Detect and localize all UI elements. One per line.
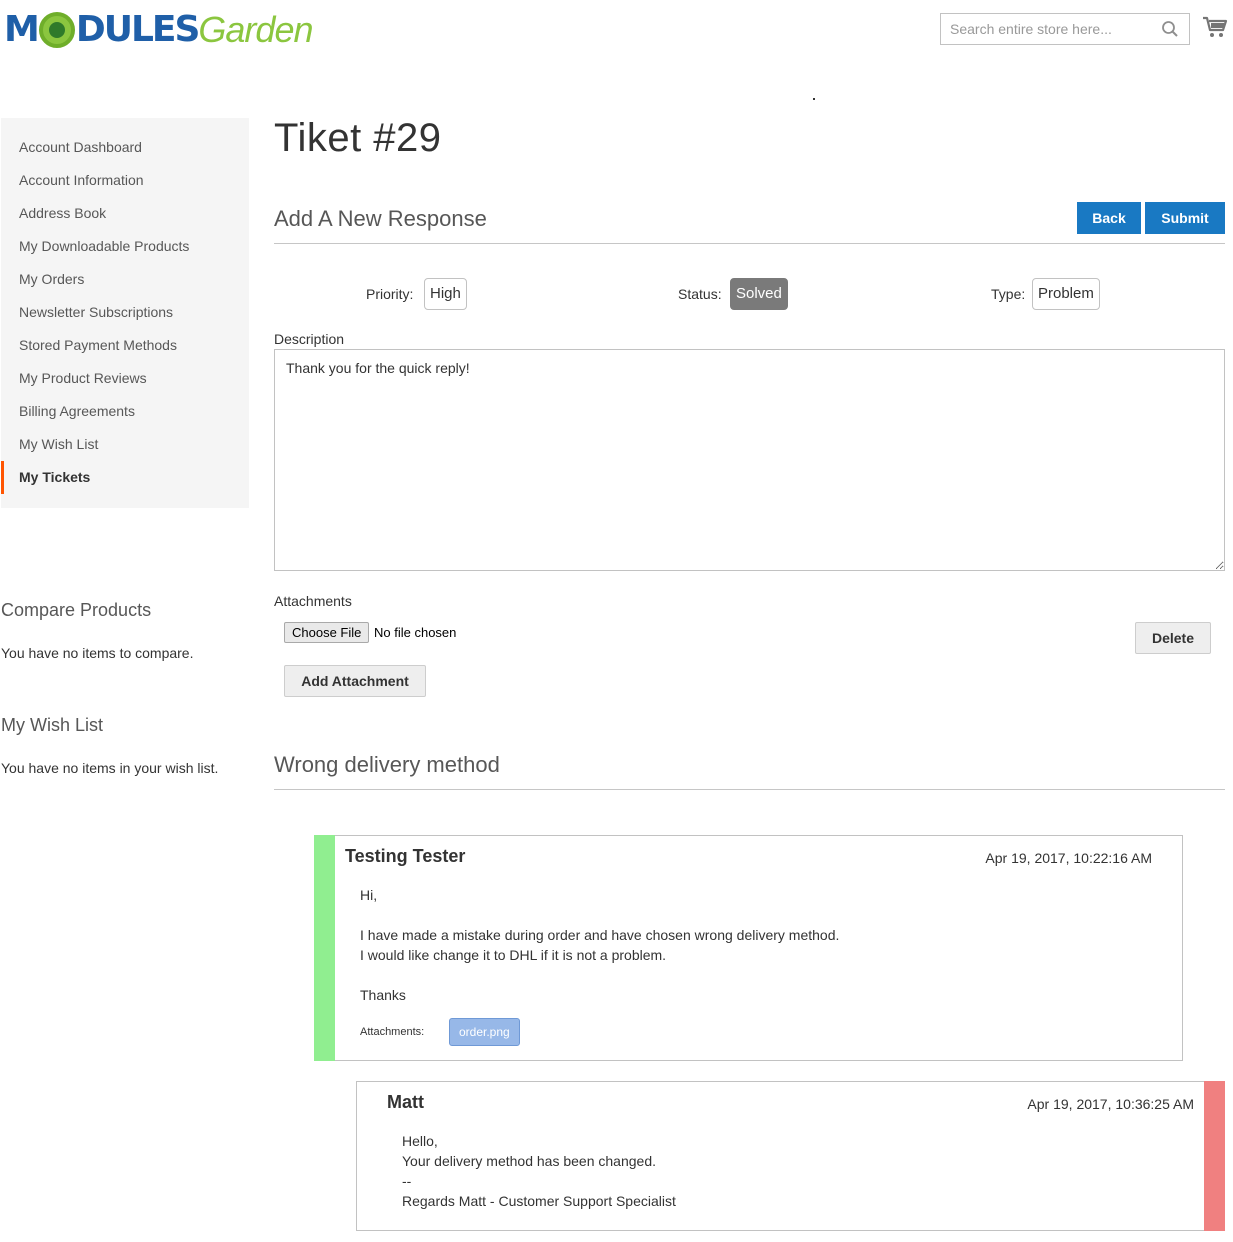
add-attachment-button[interactable]: Add Attachment <box>284 665 426 697</box>
message-line <box>360 965 839 985</box>
choose-file-button[interactable]: Choose File <box>284 622 370 643</box>
message-attachments-label: Attachments: <box>360 1026 425 1038</box>
subject-divider <box>274 789 1225 790</box>
message-line: Hi, <box>360 887 378 903</box>
account-nav: Account Dashboard Account Information Ad… <box>1 118 249 508</box>
description-textarea[interactable]: Thank you for the quick reply! <box>274 349 1225 571</box>
cart-icon[interactable] <box>1202 15 1228 39</box>
message-card: Testing Tester Apr 19, 2017, 10:22:16 AM… <box>314 835 1183 1061</box>
delete-attachment-button[interactable]: Delete <box>1135 622 1211 654</box>
compare-empty-text: You have no items to compare. <box>1 645 194 661</box>
message-body: Hi, I have made a mistake during order a… <box>360 885 839 1005</box>
attachments-label: Attachments <box>274 593 352 609</box>
message-line: -- <box>402 1173 412 1189</box>
message-accent-bar <box>314 835 335 1061</box>
message-card: Matt Apr 19, 2017, 10:36:25 AM Hello, Yo… <box>356 1081 1225 1231</box>
attachment-link[interactable]: order.png <box>449 1018 520 1046</box>
stray-dot <box>813 98 815 100</box>
section-divider <box>274 243 1225 244</box>
sidebar-item-my-tickets[interactable]: My Tickets <box>1 461 249 494</box>
message-author: Testing Tester <box>345 846 466 866</box>
sidebar-item-address-book[interactable]: Address Book <box>1 197 249 230</box>
status-badge[interactable]: Solved <box>730 278 788 310</box>
file-status-text: No file chosen <box>374 625 457 640</box>
message-line: I would like change it to DHL if it is n… <box>360 947 667 963</box>
search-box <box>940 13 1190 45</box>
message-line: Regards Matt - Customer Support Speciali… <box>402 1193 676 1209</box>
sidebar-item-newsletter-subscriptions[interactable]: Newsletter Subscriptions <box>1 296 249 329</box>
message-line: Hello, <box>402 1133 438 1149</box>
wishlist-title: My Wish List <box>1 715 104 735</box>
message-line: Thanks <box>360 987 406 1003</box>
sidebar-item-account-information[interactable]: Account Information <box>1 164 249 197</box>
modulesgarden-logo[interactable]: M DULES Garden <box>4 8 313 52</box>
logo-text-m: M <box>4 9 40 50</box>
message-line <box>360 905 839 925</box>
message-body: Hello, Your delivery method has been cha… <box>402 1131 676 1211</box>
message-accent-bar <box>1204 1081 1225 1231</box>
message-line: Your delivery method has been changed. <box>402 1153 656 1169</box>
sidebar-item-billing-agreements[interactable]: Billing Agreements <box>1 395 249 428</box>
logo-text-garden: Garden <box>198 9 313 50</box>
priority-label: Priority: <box>366 286 414 302</box>
message-author: Matt <box>387 1092 424 1112</box>
sidebar-item-wish-list[interactable]: My Wish List <box>1 428 249 461</box>
sidebar-item-product-reviews[interactable]: My Product Reviews <box>1 362 249 395</box>
logo-text-dules: DULES <box>75 9 201 50</box>
type-select[interactable]: Problem <box>1032 278 1100 310</box>
description-label: Description <box>274 331 345 347</box>
ticket-subject-heading: Wrong delivery method <box>274 752 500 777</box>
message-date: Apr 19, 2017, 10:36:25 AM <box>1027 1096 1194 1112</box>
compare-products-title: Compare Products <box>1 600 152 620</box>
sidebar-item-stored-payment-methods[interactable]: Stored Payment Methods <box>1 329 249 362</box>
page-title: Tiket #29 <box>274 116 442 160</box>
sidebar-item-my-orders[interactable]: My Orders <box>1 263 249 296</box>
message-date: Apr 19, 2017, 10:22:16 AM <box>985 850 1152 866</box>
submit-button[interactable]: Submit <box>1145 202 1225 234</box>
sidebar-item-downloadable-products[interactable]: My Downloadable Products <box>1 230 249 263</box>
message-line: I have made a mistake during order and h… <box>360 927 840 943</box>
type-label: Type: <box>991 286 1026 302</box>
priority-select[interactable]: High <box>424 278 467 310</box>
logo-globe-icon <box>38 12 75 48</box>
add-response-heading: Add A New Response <box>274 206 487 231</box>
search-input[interactable] <box>941 14 1151 44</box>
status-label: Status: <box>678 286 722 302</box>
wishlist-empty-text: You have no items in your wish list. <box>1 760 219 776</box>
sidebar-item-account-dashboard[interactable]: Account Dashboard <box>1 131 249 164</box>
search-icon[interactable] <box>1161 20 1179 38</box>
back-button[interactable]: Back <box>1077 202 1141 234</box>
